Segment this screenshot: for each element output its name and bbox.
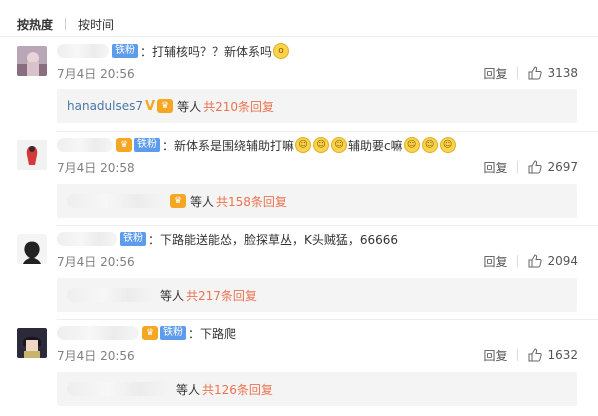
vip-badge-icon: ♛ (157, 99, 174, 113)
comment-text: ：打辅核吗？？新体系吗 (140, 44, 273, 59)
sort-tab-divider (65, 18, 67, 30)
fan-badge: 铁粉 (160, 326, 186, 340)
thumbs-up-icon (528, 66, 543, 80)
like-count: 2094 (547, 254, 578, 268)
avatar[interactable] (17, 140, 47, 170)
verified-v-icon: V (145, 98, 156, 114)
vip-badge-icon: ♛ (142, 326, 158, 340)
reply-count-link[interactable]: 共126条回复 (202, 381, 273, 398)
grin-emoji-icon: ☺ (403, 137, 420, 153)
like-button[interactable]: 2094 (528, 254, 578, 268)
reply-username-blurred[interactable] (67, 288, 155, 302)
header-divider (0, 36, 598, 37)
thumbs-up-icon (528, 160, 543, 174)
sort-by-time-tab[interactable]: 按时间 (78, 16, 114, 33)
vip-badge-icon: ♛ (116, 138, 132, 152)
vip-badge-icon: ♛ (170, 194, 186, 208)
sort-by-hot-tab[interactable]: 按热度 (17, 16, 53, 33)
thumbs-up-icon (528, 254, 543, 268)
comment-divider (57, 131, 598, 132)
like-count: 3138 (547, 66, 578, 80)
reply-username-blurred[interactable] (67, 382, 171, 396)
reply-username-blurred[interactable] (67, 194, 167, 208)
grin-emoji-icon: ☺ (313, 137, 330, 153)
surprised-emoji-icon: o (273, 43, 290, 59)
reply-preview[interactable]: 等人 共217条回复 (57, 278, 577, 312)
username-blurred[interactable] (57, 232, 117, 246)
comment-actions: 回复 2094 (483, 253, 578, 269)
comment-date: 7月4日 20:56 (57, 254, 135, 269)
fan-badge: 铁粉 (134, 138, 160, 152)
reply-button[interactable]: 回复 (483, 65, 507, 82)
reply-count-link[interactable]: 共210条回复 (203, 98, 274, 115)
comment-content: ♛ 铁粉 ：下路爬 (57, 324, 236, 342)
like-button[interactable]: 3138 (528, 66, 578, 80)
grin-emoji-icon: ☺ (295, 137, 312, 153)
thumbs-up-icon (528, 348, 543, 362)
comment-content: ♛ 铁粉 ：新体系是围绕辅助打嘛 ☺ ☺ ☺ 辅助要c嘛 ☺ ☺ ☺ (57, 136, 457, 154)
username-blurred[interactable] (57, 44, 109, 58)
reply-preview[interactable]: hanadulses7 V ♛ 等人 共210条回复 (57, 89, 577, 123)
grin-emoji-icon: ☺ (331, 137, 348, 153)
grin-emoji-icon: ☺ (439, 137, 456, 153)
action-divider (517, 67, 519, 79)
comment-divider (57, 319, 598, 320)
username-blurred[interactable] (57, 326, 139, 340)
comment-actions: 回复 3138 (483, 65, 578, 81)
reply-etc: 等人 (177, 99, 202, 114)
comment-content: 铁粉 ：下路能送能怂，脸探草丛，K头贼猛，66666 (57, 230, 398, 248)
comment-text: ：下路爬 (188, 326, 237, 341)
action-divider (517, 161, 519, 173)
like-count: 1632 (547, 348, 578, 362)
reply-etc: 等人 (160, 288, 185, 303)
reply-etc: 等人 (176, 382, 201, 397)
fan-badge: 铁粉 (112, 44, 138, 58)
reply-count-link[interactable]: 共158条回复 (216, 193, 287, 210)
fan-badge: 铁粉 (120, 232, 146, 246)
comment-date: 7月4日 20:56 (57, 348, 135, 363)
action-divider (517, 255, 519, 267)
like-button[interactable]: 1632 (528, 348, 578, 362)
reply-username[interactable]: hanadulses7 (67, 99, 143, 113)
reply-count-link[interactable]: 共217条回复 (186, 287, 257, 304)
comment-date: 7月4日 20:58 (57, 160, 135, 175)
username-blurred[interactable] (57, 138, 113, 152)
sort-tabs: 按热度 按时间 (17, 15, 114, 33)
like-button[interactable]: 2697 (528, 160, 578, 174)
comment-text: ：新体系是围绕辅助打嘛 (162, 138, 295, 153)
avatar[interactable] (17, 234, 47, 264)
like-count: 2697 (547, 160, 578, 174)
comment-date: 7月4日 20:56 (57, 66, 135, 81)
comment-content: 铁粉 ：打辅核吗？？新体系吗 o (57, 42, 290, 60)
action-divider (517, 349, 519, 361)
comment-actions: 回复 1632 (483, 347, 578, 363)
avatar[interactable] (17, 46, 47, 76)
comment-divider (57, 225, 598, 226)
reply-preview[interactable]: ♛ 等人 共158条回复 (57, 184, 577, 218)
reply-button[interactable]: 回复 (483, 253, 507, 270)
comment-actions: 回复 2697 (483, 159, 578, 175)
reply-etc: 等人 (190, 194, 215, 209)
reply-preview[interactable]: 等人 共126条回复 (57, 372, 577, 406)
reply-button[interactable]: 回复 (483, 347, 507, 364)
reply-button[interactable]: 回复 (483, 159, 507, 176)
comment-text: ：下路能送能怂，脸探草丛，K头贼猛，66666 (148, 232, 399, 247)
avatar[interactable] (17, 328, 47, 358)
comment-text-continued: 辅助要c嘛 (348, 138, 403, 153)
grin-emoji-icon: ☺ (421, 137, 438, 153)
